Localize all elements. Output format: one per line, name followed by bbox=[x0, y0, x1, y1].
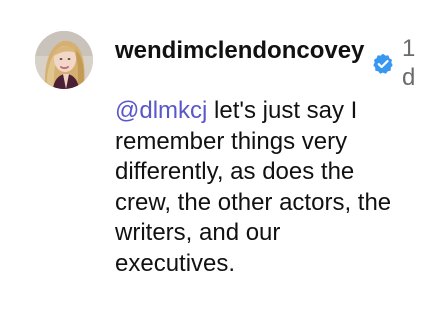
mention-link[interactable]: @dlmkcj bbox=[115, 97, 207, 124]
comment: wendimclendoncovey 1d @dlmkcj let's just… bbox=[0, 0, 440, 310]
avatar[interactable] bbox=[35, 31, 93, 89]
comment-body: @dlmkcj let's just say I remember things… bbox=[115, 96, 405, 279]
username[interactable]: wendimclendoncovey bbox=[115, 36, 371, 65]
timestamp: 1d bbox=[402, 35, 416, 91]
profile-photo bbox=[35, 31, 93, 89]
verified-badge-icon bbox=[373, 53, 393, 74]
